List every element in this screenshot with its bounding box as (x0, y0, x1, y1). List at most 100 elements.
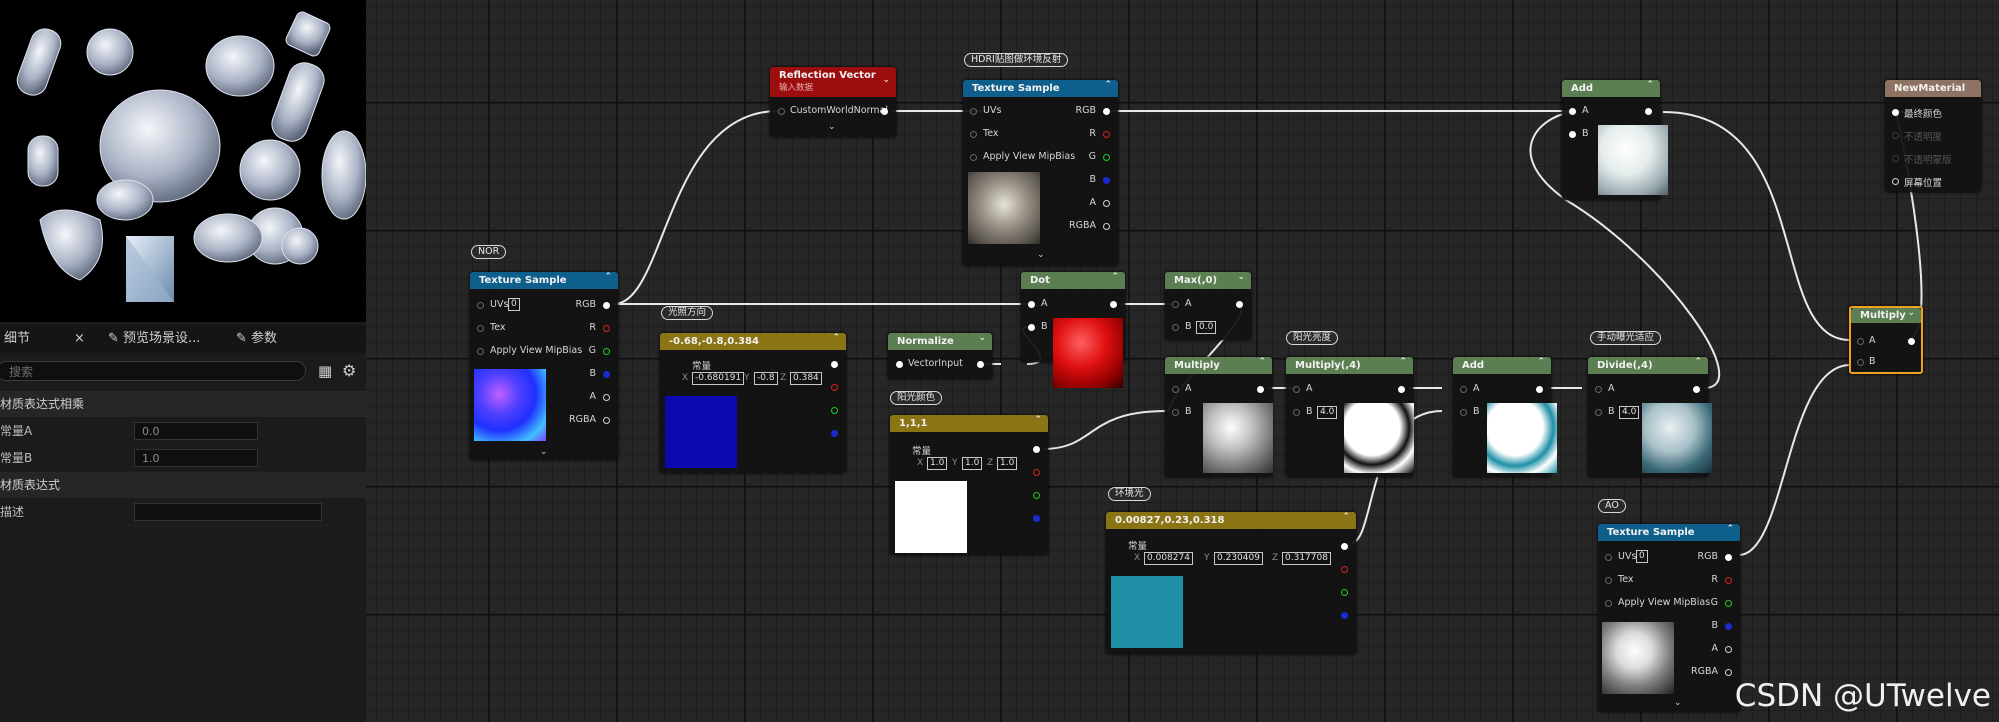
node-dot[interactable]: Dot ⌃ A B (1021, 272, 1125, 388)
comment-sun-brightness[interactable]: 阳光亮度 (1286, 331, 1339, 345)
input-pin-a[interactable] (1857, 338, 1864, 345)
section-multiply-expression[interactable]: 材质表达式相乘 (0, 391, 366, 417)
expand-chevron-icon[interactable]: ⌄ (540, 447, 548, 457)
output-pin-r[interactable] (603, 325, 610, 332)
output-pin-r[interactable] (1341, 566, 1348, 573)
x-value-input[interactable]: 1.0 (927, 457, 948, 470)
expand-chevron-icon[interactable]: ⌄ (1037, 250, 1045, 260)
output-pin-rgb[interactable] (603, 302, 610, 309)
collapse-chevron-icon[interactable]: ⌃ (1104, 80, 1112, 90)
gear-icon[interactable]: ⚙ (342, 361, 356, 380)
collapse-chevron-icon[interactable]: ⌃ (1034, 415, 1042, 425)
input-pin-b[interactable] (1172, 324, 1179, 331)
expand-chevron-icon[interactable]: ⌄ (1674, 698, 1682, 708)
output-pin-r[interactable] (1725, 577, 1732, 584)
section-material-expression[interactable]: 材质表达式 (0, 472, 366, 498)
material-preview-viewport[interactable] (0, 0, 366, 322)
output-pin-rgba[interactable] (603, 417, 610, 424)
z-value-input[interactable]: 1.0 (997, 457, 1018, 470)
collapse-chevron-icon[interactable]: ⌄ (978, 333, 986, 343)
y-value-input[interactable]: -0.8 (754, 372, 778, 385)
z-value-input[interactable]: 0.384 (790, 372, 822, 385)
tab-parameters[interactable]: ✎ 参数 (236, 325, 277, 353)
output-pin[interactable] (1908, 338, 1915, 345)
b-value-input[interactable]: 4.0 (1317, 406, 1338, 419)
output-pin-rgba[interactable] (1103, 223, 1110, 230)
collapse-chevron-icon[interactable]: ⌃ (1258, 357, 1266, 367)
collapse-chevron-icon[interactable]: ⌄ (1237, 272, 1245, 282)
input-pin-opacity[interactable] (1892, 132, 1899, 139)
description-input[interactable] (134, 503, 322, 521)
input-pin-uvs[interactable] (477, 302, 484, 309)
input-pin-tex[interactable] (970, 131, 977, 138)
collapse-chevron-icon[interactable]: ⌄ (882, 75, 890, 85)
output-pin-rgba[interactable] (1725, 669, 1732, 676)
input-pin-a[interactable] (1595, 386, 1602, 393)
input-pin-a[interactable] (1460, 386, 1467, 393)
input-pin-tex[interactable] (1605, 577, 1612, 584)
output-pin-b[interactable] (1103, 177, 1110, 184)
output-pin-g[interactable] (1103, 154, 1110, 161)
uvs-value-input[interactable]: 0 (508, 298, 520, 311)
tab-preview-scene[interactable]: ✎ 预览场景设... (108, 325, 200, 353)
output-pin-r[interactable] (1103, 131, 1110, 138)
z-value-input[interactable]: 0.317708 (1282, 552, 1331, 565)
node-divide-4[interactable]: Divide(,4) ⌃ A B 4.0 (1588, 357, 1712, 477)
output-pin-rgb[interactable] (831, 361, 838, 368)
output-pin[interactable] (1257, 386, 1264, 393)
output-pin[interactable] (1236, 301, 1243, 308)
input-pin-mipbias[interactable] (970, 154, 977, 161)
input-pin-mipbias[interactable] (1605, 600, 1612, 607)
input-pin-uvs[interactable] (1605, 554, 1612, 561)
output-pin[interactable] (1110, 301, 1117, 308)
comment-env-light[interactable]: 环境光 (1108, 487, 1151, 501)
input-pin-a[interactable] (1172, 301, 1179, 308)
node-material-output[interactable]: NewMaterial 最终颜色 不透明度 不透明蒙版 屏幕位置 (1885, 80, 1981, 192)
comment-nor[interactable]: NOR (471, 245, 507, 259)
node-reflection-vector[interactable]: Reflection Vector 输入数据 ⌄ CustomWorldNorm… (770, 67, 896, 137)
output-pin-g[interactable] (1033, 492, 1040, 499)
input-pin-final-color[interactable] (1892, 109, 1899, 116)
output-pin-g[interactable] (1341, 589, 1348, 596)
expand-chevron-icon[interactable]: ⌄ (828, 122, 836, 132)
node-multiply-final[interactable]: Multiply ⌄ A B (1849, 306, 1923, 374)
output-pin[interactable] (1536, 386, 1543, 393)
node-normalize[interactable]: Normalize ⌄ VectorInput (888, 333, 992, 379)
input-pin-a[interactable] (1569, 108, 1576, 115)
output-pin-b[interactable] (1341, 612, 1348, 619)
close-icon[interactable]: × (74, 331, 85, 346)
output-pin-b[interactable] (1033, 515, 1040, 522)
input-pin-a[interactable] (1028, 301, 1035, 308)
collapse-chevron-icon[interactable]: ⌃ (1399, 357, 1407, 367)
output-pin-rgb[interactable] (1341, 543, 1348, 550)
collapse-chevron-icon[interactable]: ⌃ (1694, 357, 1702, 367)
input-pin-b[interactable] (1569, 131, 1576, 138)
collapse-chevron-icon[interactable]: ⌃ (604, 272, 612, 282)
input-pin-b[interactable] (1857, 359, 1864, 366)
output-pin[interactable] (977, 361, 984, 368)
y-value-input[interactable]: 0.230409 (1214, 552, 1263, 565)
comment-ao[interactable]: AO (1598, 499, 1626, 513)
collapse-chevron-icon[interactable]: ⌃ (1537, 357, 1545, 367)
collapse-chevron-icon[interactable]: ⌃ (1342, 512, 1350, 522)
node-max[interactable]: Max(,0) ⌄ A B 0.0 (1165, 272, 1251, 340)
output-pin-rgb[interactable] (1725, 554, 1732, 561)
comment-sun-color[interactable]: 阳光颜色 (890, 391, 943, 405)
node-texture-sample-nor[interactable]: Texture Sample ⌃ UVs 0 Tex Apply View Mi… (470, 272, 618, 460)
collapse-chevron-icon[interactable]: ⌃ (1726, 524, 1734, 534)
table-view-icon[interactable]: ▦ (318, 362, 332, 380)
output-pin-g[interactable] (1725, 600, 1732, 607)
tab-details[interactable]: 细节 × (4, 325, 85, 353)
x-value-input[interactable]: -0.680191 (692, 372, 745, 385)
node-constant-light-direction[interactable]: -0.68,-0.8,0.384 ⌃ 常量 X -0.680191 Y -0.8… (660, 333, 846, 473)
input-pin-tex[interactable] (477, 325, 484, 332)
node-multiply-4[interactable]: Multiply(,4) ⌃ A B 4.0 (1286, 357, 1414, 477)
collapse-chevron-icon[interactable]: ⌄ (1907, 308, 1915, 318)
const-a-input[interactable]: 0.0 (134, 422, 258, 440)
collapse-chevron-icon[interactable]: ⌃ (832, 333, 840, 343)
input-pin-vector[interactable] (896, 361, 903, 368)
output-pin-g[interactable] (603, 348, 610, 355)
output-pin[interactable] (1645, 108, 1652, 115)
uvs-value-input[interactable]: 0 (1636, 550, 1648, 563)
input-pin-screen-position[interactable] (1892, 178, 1899, 185)
